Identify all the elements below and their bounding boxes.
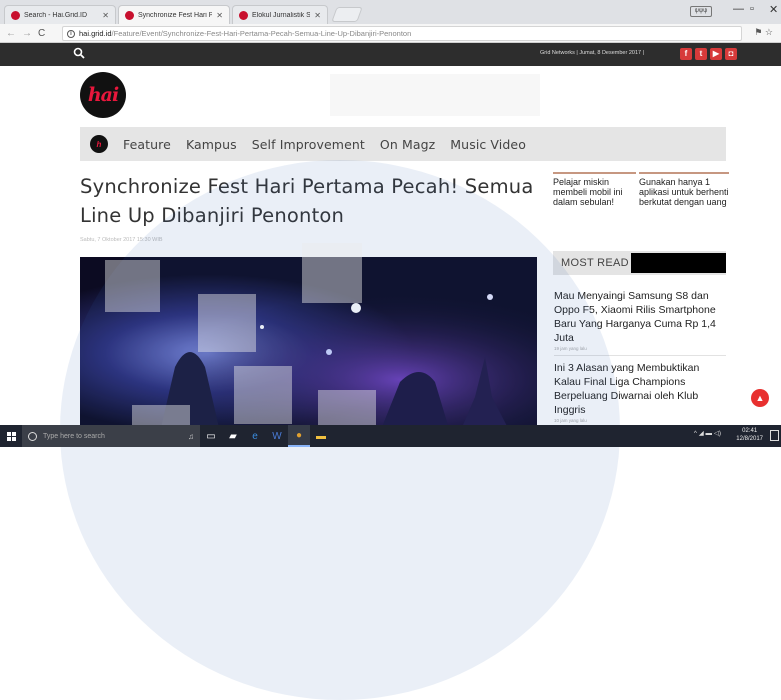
info-icon[interactable]: i [67,29,75,38]
system-clock[interactable]: 02:41 12/8/2017 [736,427,763,443]
tab-label: Search - Hai.Grid.ID [24,11,88,19]
article-hero-image [80,257,537,432]
search-icon[interactable] [73,47,85,59]
tab-synchronize-fest[interactable]: Synchronize Fest Hari Pe ✕ [118,5,230,24]
article-date: Sabtu, 7 Oktober 2017 15:30 WIB [80,237,163,243]
tab-label: Elokul Jurnalistik Sekolah [252,11,311,19]
hai-favicon-icon [125,10,134,20]
site-top-bar: Grid Networks | Jumat, 8 Desember 2017 |… [0,43,781,66]
task-view-icon[interactable]: ▭ [200,425,222,447]
nav-item-self-improvement[interactable]: Self Improvement [252,137,365,152]
taskbar-search-placeholder: Type here to search [43,432,105,440]
nav-logo-icon[interactable]: h [90,135,108,153]
browser-tab-bar: Search - Hai.Grid.ID ✕ Synchronize Fest … [0,0,781,24]
nav-item-on-magz[interactable]: On Magz [380,137,435,152]
photos-icon[interactable]: ▬ [310,425,332,447]
most-read-item[interactable]: Mau Menyaingi Samsung S8 dan Oppo F5, Xi… [554,289,729,345]
address-bar: ← → C i hai.grid.id/Feature/Event/Synchr… [0,24,781,43]
most-read-time: 10 jam yang lalu [554,418,587,423]
forward-icon[interactable]: → [22,28,32,39]
youtube-icon[interactable]: ▶ [710,48,722,60]
concert-photo [80,257,537,432]
tab-search[interactable]: Search - Hai.Grid.ID ✕ [4,5,116,24]
windows-logo-icon [6,431,16,441]
instagram-icon[interactable]: ◘ [725,48,737,60]
logo-text: hai [87,84,119,106]
user-badge[interactable]: ψψψ [690,6,712,17]
card-divider [639,172,729,174]
facebook-icon[interactable]: f [680,48,692,60]
most-read-item[interactable]: Ini 3 Alasan yang Membuktikan Kalau Fina… [554,361,729,417]
microphone-icon[interactable]: ♫ [188,432,194,441]
article-title: Synchronize Fest Hari Pertama Pecah! Sem… [80,175,534,227]
maximize-icon[interactable]: ▫ [750,3,754,15]
minimize-icon[interactable]: — [733,3,744,15]
bookmark-star-icon[interactable]: ⚑ ☆ [754,27,773,38]
divider [554,355,726,356]
banner-placeholder [330,74,540,116]
sponsored-card[interactable]: Pelajar miskin membeli mobil ini dalam s… [553,172,636,207]
twitter-icon[interactable]: t [695,48,707,60]
url-input[interactable]: i hai.grid.id/Feature/Event/Synchronize-… [62,26,742,41]
taskbar-search-input[interactable]: Type here to search ♫ [22,425,200,447]
main-nav: h Feature Kampus Self Improvement On Mag… [80,127,726,161]
card-divider [553,172,636,174]
sponsored-card-text: Pelajar miskin membeli mobil ini dalam s… [553,177,623,207]
nav-item-kampus[interactable]: Kampus [186,137,237,152]
close-window-icon[interactable]: ✕ [769,3,778,16]
reload-icon[interactable]: C [38,28,45,39]
word-icon[interactable]: W [266,425,288,447]
chrome-icon[interactable]: ● [288,425,310,447]
close-icon[interactable]: ✕ [216,11,223,20]
close-icon[interactable]: ✕ [314,11,321,20]
redacted-block [631,253,726,273]
new-tab-button[interactable] [331,7,363,22]
start-button[interactable] [0,425,22,447]
hai-logo[interactable]: hai [80,72,126,118]
clock-date: 12/8/2017 [736,436,763,442]
url-path: /Feature/Event/Synchronize-Fest-Hari-Per… [111,29,412,38]
windows-taskbar: Type here to search ♫ ▭ ▰ e W ● ▬ ^ ◢ ▬ … [0,425,781,447]
close-icon[interactable]: ✕ [102,11,109,20]
hai-favicon-icon [11,10,20,20]
tab-label: Synchronize Fest Hari Pe [138,11,213,19]
file-explorer-icon[interactable]: ▰ [222,425,244,447]
clock-time: 02:41 [742,428,758,434]
most-read-label: MOST READ [561,257,629,269]
sponsored-card-text: Gunakan hanya 1 aplikasi untuk berhenti … [639,177,729,207]
nav-item-feature[interactable]: Feature [123,137,171,152]
most-read-header: MOST READ [553,251,726,275]
hai-favicon-icon [239,10,248,20]
chevron-up-icon: ▲ [755,393,765,403]
edge-icon[interactable]: e [244,425,266,447]
scroll-to-top-button[interactable]: ▲ [751,389,769,407]
url-host: hai.grid.id [79,29,112,38]
notification-icon[interactable] [770,430,779,441]
system-tray-icons[interactable]: ^ ◢ ▬ ◁) [694,429,721,437]
tab-elokul[interactable]: Elokul Jurnalistik Sekolah ✕ [232,5,328,24]
most-read-time: 19 jam yang lalu [554,346,587,351]
nav-item-music-video[interactable]: Music Video [450,137,526,152]
back-icon[interactable]: ← [6,28,16,39]
sponsored-card[interactable]: Gunakan hanya 1 aplikasi untuk berhenti … [639,172,729,207]
network-info: Grid Networks | Jumat, 8 Desember 2017 | [540,50,645,56]
logo-area: hai [0,66,781,124]
cortana-icon [28,431,37,441]
